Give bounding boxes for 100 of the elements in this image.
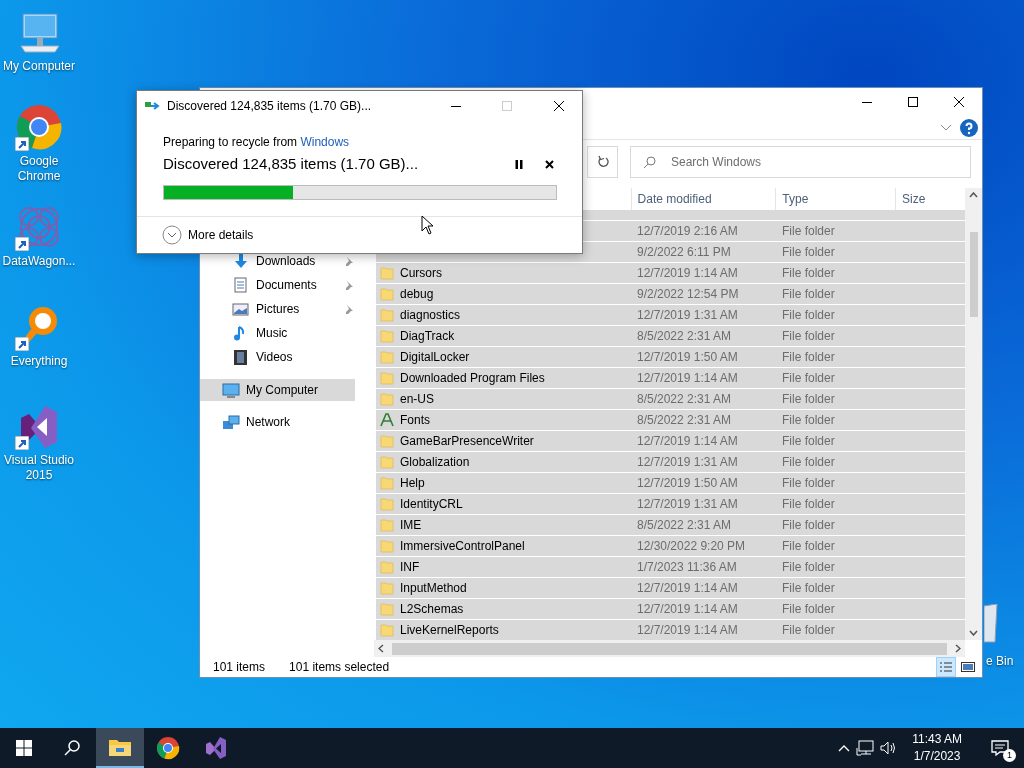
file-name: Downloaded Program Files [400,370,545,388]
progress-status: Discovered 124,835 items (1.70 GB)... [163,154,420,174]
file-row[interactable]: InputMethod 12/7/2019 1:14 AM File folder [376,577,965,599]
file-name: Globalization [400,454,470,472]
file-row[interactable]: GameBarPresenceWriter 12/7/2019 1:14 AM File folder [376,430,965,452]
item-count: 101 items [213,659,266,676]
file-name: INF [400,559,420,577]
nav-label[interactable]: Pictures [256,300,338,319]
file-row[interactable]: L2Schemas 12/7/2019 1:14 AM File folder [376,598,965,620]
file-name: IdentityCRL [400,496,463,514]
nav-label[interactable]: Music [256,324,354,343]
date-cell-text: 9/2/2022 12:54 PM [636,286,740,304]
type-cell-text: File folder [781,454,836,472]
date-cell-text: 12/7/2019 1:31 AM [636,454,739,472]
folder-icon [380,539,394,554]
desktop-icon-label[interactable]: e Bin [986,652,1014,670]
chevron-up-icon[interactable] [838,744,851,752]
file-name: IME [400,517,422,535]
file-row[interactable]: IME 8/5/2022 2:31 AM File folder [376,514,965,536]
vertical-scrollbar[interactable] [965,188,982,641]
nav-label[interactable]: Downloads [256,252,338,271]
nav-item[interactable]: Pictures [200,297,354,322]
notifications-button[interactable]: 1 [976,728,1024,768]
file-name: debug [400,286,434,304]
help-icon[interactable] [960,118,978,137]
type-cell-text: File folder [781,349,836,367]
nav-label[interactable]: Network [246,413,355,432]
file-name: ImmersiveControlPanel [400,538,525,556]
file-row[interactable]: Cursors 12/7/2019 1:14 AM File folder [376,262,965,284]
folder-icon [380,560,394,575]
nav-item[interactable]: Videos [200,345,354,370]
file-row[interactable]: Globalization 12/7/2019 1:31 AM File folder [376,451,965,473]
search-field[interactable]: Search Windows [630,145,971,178]
selection-count: 101 items selected [289,659,390,676]
file-row[interactable]: en-US 8/5/2022 2:31 AM File folder [376,388,965,410]
folder-icon [380,476,394,491]
nav-label[interactable]: My Computer [246,381,355,400]
close-icon [554,101,564,111]
details-view-icon [939,661,953,673]
chevron-down-icon[interactable] [940,123,952,132]
file-name: InputMethod [400,580,467,598]
file-name: GameBarPresenceWriter [400,433,534,451]
folder-icon [380,455,394,470]
folder-icon [380,308,394,323]
file-row[interactable]: Downloaded Program Files 12/7/2019 1:14 AM File folder [376,367,965,389]
nav-item[interactable]: Documents [200,273,354,298]
file-row[interactable]: diagnostics 12/7/2019 1:31 AM File folder [376,304,965,326]
maximize-icon [908,97,918,107]
file-row[interactable]: debug 9/2/2022 12:54 PM File folder [376,283,965,305]
file-name: LiveKernelReports [400,622,499,640]
status-text: Preparing to recycle from Windows [163,134,351,151]
file-row[interactable]: DiagTrack 8/5/2022 2:31 AM File folder [376,325,965,347]
file-row[interactable]: Fonts 8/5/2022 2:31 AM File folder [376,409,965,431]
file-row[interactable]: IdentityCRL 12/7/2019 1:31 AM File folder [376,493,965,515]
notification-count: 1 [1003,749,1016,762]
clock-time[interactable]: 11:43 AM [912,731,962,748]
scrollbar-thumb[interactable] [392,642,947,655]
type-cell-text: File folder [781,559,836,577]
date-cell-text: 8/5/2022 2:31 AM [636,328,733,346]
network-icon[interactable] [856,740,875,756]
file-row[interactable]: DigitalLocker 12/7/2019 1:50 AM File folder [376,346,965,368]
file-row[interactable]: Help 12/7/2019 1:50 AM File folder [376,472,965,494]
type-cell-text: File folder [781,328,836,346]
file-name: DigitalLocker [400,349,470,367]
date-cell-text: 12/7/2019 2:16 AM [636,223,739,241]
source-link[interactable]: Windows [300,135,350,149]
search-icon [64,740,80,756]
font-icon [380,413,394,428]
nav-icon [222,381,240,399]
type-cell-text: File folder [781,580,836,598]
folder-icon [380,329,394,344]
clock-date[interactable]: 1/7/2023 [912,748,962,765]
nav-label[interactable]: Videos [256,348,354,367]
file-name: Help [400,475,425,493]
file-row[interactable]: LiveKernelReports 12/7/2019 1:14 AM File folder [376,619,965,641]
nav-item[interactable]: Music [200,321,354,346]
nav-item[interactable]: Downloads [200,249,354,274]
folder-icon [380,287,394,302]
clock[interactable]: 11:43 AM 1/7/2023 [904,731,970,765]
start-icon [16,740,32,756]
taskbar-app-button[interactable] [96,728,144,768]
scrollbar-thumb[interactable] [969,232,978,318]
nav-label[interactable]: Documents [256,276,338,295]
horizontal-scrollbar[interactable] [374,640,965,657]
more-details-button[interactable]: More details [162,224,254,245]
nav-icon [232,300,250,318]
cursor-icon [421,215,434,235]
type-cell-text: File folder [781,475,836,493]
folder-icon [380,518,394,533]
date-cell-text: 12/30/2022 9:20 PM [636,538,747,556]
refresh-button[interactable] [587,145,618,178]
chrome-taskbar-icon [156,736,180,760]
nav-item[interactable]: My Computer [200,379,355,402]
date-cell-text: 12/7/2019 1:14 AM [636,370,739,388]
file-row[interactable]: ImmersiveControlPanel 12/30/2022 9:20 PM File folder [376,535,965,557]
date-cell-text: 12/7/2019 1:14 AM [636,601,739,619]
maximize-icon [502,101,512,111]
type-cell-text: File folder [781,622,836,640]
nav-item[interactable]: Network [200,411,355,434]
file-row[interactable]: INF 1/7/2023 11:36 AM File folder [376,556,965,578]
